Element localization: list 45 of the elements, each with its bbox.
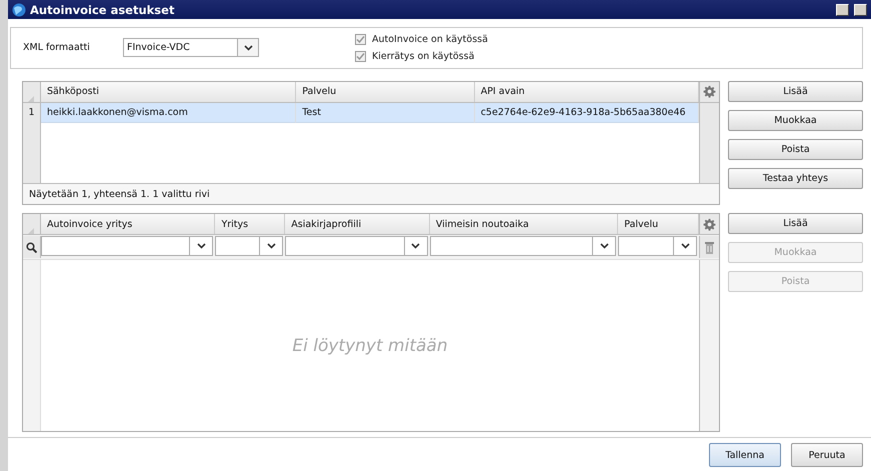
gear-icon[interactable] [703,85,716,98]
action-button[interactable]: Muokkaa [728,110,863,131]
corner-icon [28,96,34,102]
column-header[interactable]: Asiakirjaprofiili [285,214,430,234]
filter-dropdown[interactable] [285,236,428,256]
search-icon[interactable] [26,242,37,253]
action-button[interactable]: Lisää [728,213,863,234]
format-dropdown[interactable]: FInvoice-VDC [123,38,259,58]
corner-icon [28,228,34,234]
action-button[interactable]: Poista [728,138,863,160]
column-header[interactable]: Sähköposti [40,82,296,102]
chevron-down-icon [244,44,252,51]
trash-icon[interactable] [705,240,714,254]
chevron-down-icon [680,243,690,250]
row-header-gutter [23,122,41,184]
empty-message: Ei löytynyt mitään [292,336,448,356]
chevron-down-icon [266,243,276,250]
globe-icon [12,2,26,16]
action-button[interactable]: Lisää [728,80,863,102]
table-cell: c5e2764e-62e9-4163-918a-5b65aa380e46 [474,102,700,123]
save-button[interactable]: Tallenna [709,443,781,467]
table-cell: heikki.laakkonen@visma.com [40,102,296,123]
action-button[interactable]: Testaa yhteys [728,168,863,189]
column-header[interactable]: Viimeisin noutoaika [430,214,618,234]
filter-dropdown[interactable] [215,236,284,256]
chevron-down-icon [196,243,206,250]
filter-dropdown[interactable] [618,236,698,256]
column-header[interactable]: Yritys [215,214,286,234]
table-cell: Test [296,102,475,123]
chevron-down-icon [411,243,420,250]
status-text: Näytetään 1, yhteensä 1. 1 valittu rivi [23,183,719,204]
gear-icon[interactable] [703,218,716,231]
checkbox-label: AutoInvoice on käytössä [372,34,488,45]
checkbox-label: Kierrätys on käytössä [372,50,474,62]
maximize-button[interactable] [854,4,867,16]
window-title: Autoinvoice asetukset [30,2,176,16]
table-row[interactable]: 1 heikki.laakkonen@visma.com Test c5e2764e-62e9-4163-918a-5b65aa380e46 [23,102,719,123]
row-number: 1 [23,102,41,123]
column-header[interactable]: Autoinvoice yritys [40,214,216,234]
filter-dropdown[interactable] [430,236,616,256]
chevron-down-icon [600,243,609,250]
field-label: XML formaatti [23,42,91,54]
minimize-button[interactable] [836,4,849,16]
cancel-button[interactable]: Peruuta [791,443,863,467]
column-header[interactable]: Palvelu [296,82,475,102]
